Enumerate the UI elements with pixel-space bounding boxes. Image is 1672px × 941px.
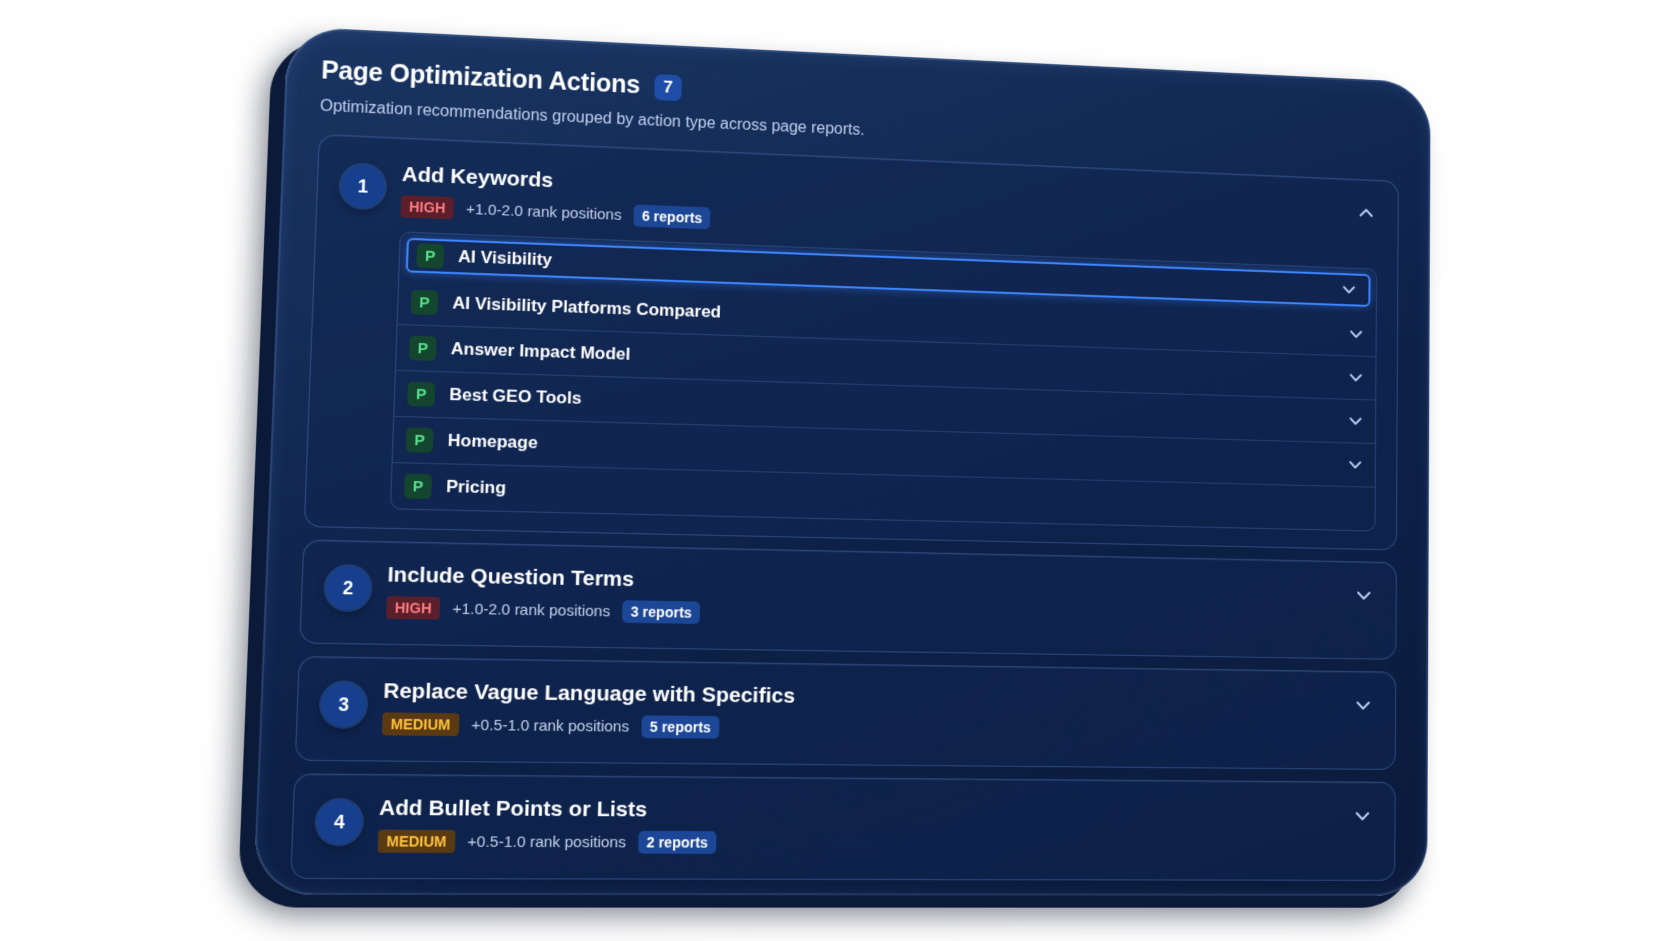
impact-text: +0.5-1.0 rank positions [467, 832, 627, 851]
group-meta: MEDIUM +0.5-1.0 rank positions 5 reports [381, 712, 1375, 745]
page-type-badge: P [416, 243, 445, 269]
page-list: P AI Visibility P AI Visibility Platform… [389, 231, 1377, 532]
panel-title: Page Optimization Actions [320, 56, 641, 100]
chevron-up-icon[interactable] [1357, 203, 1376, 223]
priority-badge: MEDIUM [381, 712, 460, 737]
page-name: AI Visibility Platforms Compared [452, 293, 722, 322]
page-type-badge: P [407, 381, 436, 407]
group-number: 1 [340, 164, 386, 209]
page-type-badge: P [408, 335, 437, 361]
reports-badge: 3 reports [622, 600, 701, 624]
action-group-replace-vague-language[interactable]: 3 Replace Vague Language with Specifics … [294, 656, 1397, 771]
priority-badge: HIGH [400, 195, 455, 220]
reports-badge: 6 reports [633, 204, 711, 230]
action-group-header[interactable]: 3 Replace Vague Language with Specifics … [320, 676, 1374, 745]
page-name: Answer Impact Model [450, 338, 631, 364]
priority-badge: HIGH [385, 596, 441, 620]
group-number: 4 [316, 799, 363, 845]
device-frame: Page Optimization Actions 7 Optimization… [253, 26, 1431, 896]
action-group-header[interactable]: 2 Include Question Terms HIGH +1.0-2.0 r… [325, 560, 1375, 635]
chevron-down-icon[interactable] [1347, 369, 1364, 387]
action-group-header[interactable]: 4 Add Bullet Points or Lists MEDIUM +0.5… [316, 794, 1374, 856]
page-name: AI Visibility [457, 246, 553, 270]
chevron-down-icon[interactable] [1347, 456, 1364, 474]
page-type-badge: P [405, 427, 434, 453]
priority-badge: MEDIUM [377, 829, 456, 854]
group-meta: MEDIUM +0.5-1.0 rank positions 2 reports [377, 829, 1374, 856]
action-group-add-bullet-points[interactable]: 4 Add Bullet Points or Lists MEDIUM +0.5… [290, 773, 1396, 881]
impact-text: +1.0-2.0 rank positions [465, 200, 622, 224]
page-name: Best GEO Tools [449, 384, 582, 408]
reports-badge: 2 reports [637, 830, 717, 854]
group-number: 2 [325, 565, 372, 611]
chevron-down-icon[interactable] [1354, 696, 1373, 716]
group-title: Add Bullet Points or Lists [378, 796, 648, 822]
impact-text: +1.0-2.0 rank positions [452, 599, 611, 620]
page-name: Pricing [445, 476, 507, 498]
chevron-down-icon[interactable] [1354, 586, 1373, 606]
action-group-add-keywords: 1 Add Keywords HIGH +1.0-2.0 rank positi… [303, 133, 1399, 551]
chevron-down-icon[interactable] [1340, 281, 1357, 299]
page-type-badge: P [410, 289, 439, 316]
page-name: Homepage [447, 430, 539, 453]
chevron-down-icon[interactable] [1353, 806, 1372, 826]
group-number: 3 [320, 682, 367, 727]
group-title: Replace Vague Language with Specifics [382, 679, 796, 708]
chevron-down-icon[interactable] [1347, 412, 1364, 430]
page-type-badge: P [403, 473, 433, 499]
impact-text: +0.5-1.0 rank positions [471, 716, 630, 736]
action-count-badge: 7 [653, 73, 683, 101]
optimization-panel: Page Optimization Actions 7 Optimization… [290, 52, 1399, 881]
reports-badge: 5 reports [641, 715, 720, 739]
action-group-include-question-terms[interactable]: 2 Include Question Terms HIGH +1.0-2.0 r… [299, 539, 1397, 660]
chevron-down-icon[interactable] [1348, 325, 1365, 343]
